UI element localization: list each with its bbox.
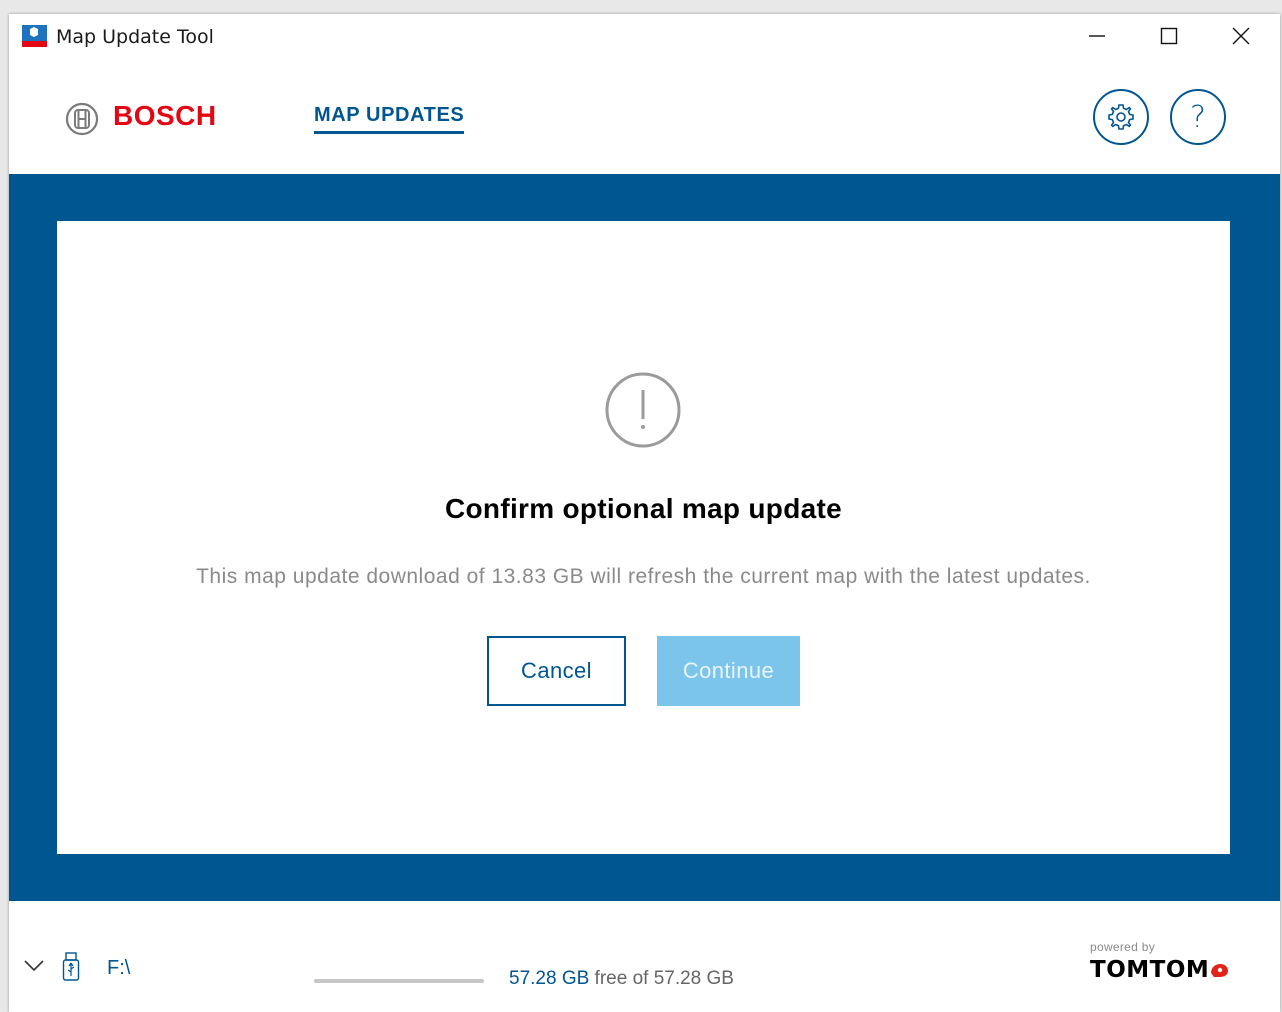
- maximize-button[interactable]: [1133, 14, 1205, 58]
- maximize-icon: [1160, 27, 1178, 45]
- help-button[interactable]: ?: [1170, 89, 1226, 145]
- title-bar: Map Update Tool: [9, 14, 1280, 58]
- dialog-card: Confirm optional map update This map upd…: [57, 221, 1230, 854]
- storage-free: 57.28 GB: [509, 968, 590, 989]
- continue-button[interactable]: Continue: [657, 636, 800, 706]
- dialog-message: This map update download of 13.83 GB wil…: [196, 565, 1091, 588]
- content-area: Confirm optional map update This map upd…: [9, 174, 1280, 901]
- storage-text: 57.28 GB free of 57.28 GB: [509, 968, 734, 990]
- usb-drive-icon: [62, 952, 80, 981]
- close-icon: [1232, 27, 1250, 45]
- settings-button[interactable]: [1093, 89, 1149, 145]
- status-footer: F:\ 57.28 GB free of 57.28 GB powered by…: [9, 901, 1280, 1012]
- minimize-icon: [1089, 35, 1105, 37]
- powered-by-label: powered by: [1090, 940, 1156, 954]
- dialog-title: Confirm optional map update: [445, 493, 842, 524]
- storage-middle: free of: [589, 968, 654, 989]
- gear-icon: [1108, 104, 1134, 130]
- bosch-logo-icon: [65, 102, 99, 136]
- minimize-button[interactable]: [1061, 14, 1133, 58]
- tab-map-updates[interactable]: MAP UPDATES: [314, 104, 465, 134]
- bosch-app-icon: [22, 25, 47, 47]
- close-button[interactable]: [1205, 14, 1277, 58]
- chevron-down-icon[interactable]: [23, 957, 45, 973]
- tomtom-logo: TOMTOM: [1090, 957, 1210, 983]
- storage-total: 57.28 GB: [653, 968, 734, 989]
- help-icon: ?: [1190, 99, 1206, 135]
- tomtom-hand-icon: [1211, 964, 1228, 977]
- warning-icon: [605, 372, 681, 448]
- storage-usage-bar: [314, 979, 484, 983]
- app-window: Map Update Tool BOSCH MAP UPDATES ? Conf…: [9, 14, 1280, 1012]
- window-title: Map Update Tool: [56, 26, 214, 48]
- cancel-button[interactable]: Cancel: [487, 636, 626, 706]
- brand-logo: BOSCH: [113, 100, 217, 131]
- drive-label: F:\: [107, 957, 131, 979]
